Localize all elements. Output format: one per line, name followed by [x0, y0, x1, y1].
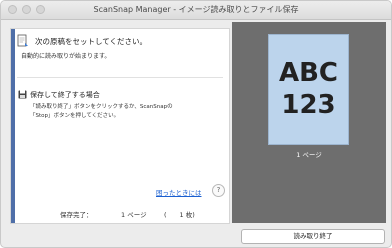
- save-icon: [18, 90, 27, 99]
- save-complete-label: 保存完了：: [60, 211, 93, 219]
- window-title: ScanSnap Manager - イメージ読み取りとファイル保存: [93, 5, 299, 14]
- page-text-abc: ABC: [278, 58, 339, 88]
- set-document-heading: 次の原稿をセットしてください。: [35, 37, 148, 46]
- page-text-123: 123: [281, 90, 336, 120]
- instruction-panel: 次の原稿をセットしてください。 自動的に読み取りが始まります。 保存して終了する…: [10, 28, 230, 224]
- troubleshooting-link[interactable]: 困ったときには: [156, 187, 202, 197]
- page-number-label: 1 ページ: [296, 151, 322, 159]
- save-instructions-line1: 「読み取り終了」ボタンをクリックするか、ScanSnapの: [30, 104, 173, 110]
- help-icon[interactable]: ?: [212, 184, 225, 197]
- scan-preview-area: ABC 123 1 ページ: [232, 22, 386, 223]
- accent-bar: [11, 29, 15, 223]
- scanned-page-thumbnail[interactable]: ABC 123: [268, 34, 349, 145]
- auto-scan-text: 自動的に読み取りが始まります。: [21, 53, 111, 60]
- saved-page-count: 1 ページ: [121, 211, 147, 219]
- document-icon: [17, 34, 28, 47]
- save-instructions: 「読み取り終了」ボタンをクリックするか、ScanSnapの 「Stop」ボタンを…: [30, 103, 173, 121]
- save-and-exit-heading: 保存して終了する場合: [30, 91, 100, 99]
- scansnap-window: ScanSnap Manager - イメージ読み取りとファイル保存 次の原稿を…: [0, 0, 392, 248]
- saved-sheet-count: ( 1 枚): [164, 211, 195, 219]
- divider: [17, 77, 223, 78]
- finish-scanning-button[interactable]: 読み取り終了: [241, 229, 385, 244]
- save-instructions-line2: 「Stop」ボタンを押してください。: [30, 113, 120, 119]
- title-bar: ScanSnap Manager - イメージ読み取りとファイル保存: [1, 1, 391, 20]
